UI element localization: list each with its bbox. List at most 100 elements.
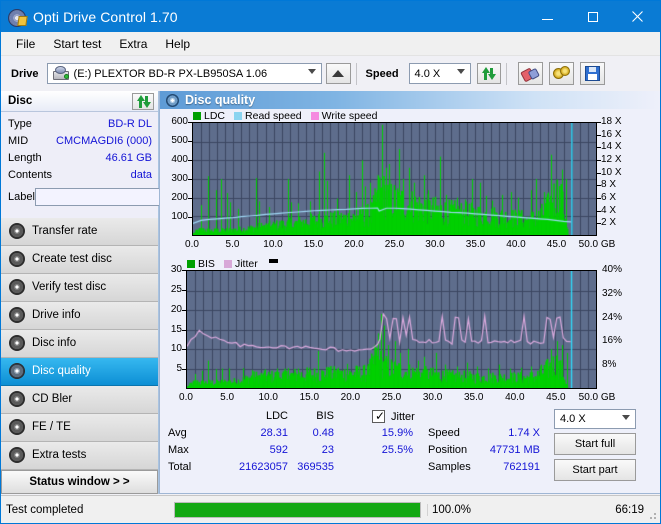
- menu-item-extra[interactable]: Extra: [110, 34, 156, 54]
- refresh-drive-button[interactable]: [476, 63, 501, 84]
- axis-tick-label: 30: [170, 264, 182, 275]
- axis-tick-label: 15: [170, 323, 182, 335]
- menu-item-help[interactable]: Help: [156, 34, 199, 54]
- sidebar-item-drive-info[interactable]: Drive info: [1, 301, 158, 330]
- axis-tick: [188, 179, 192, 180]
- axis-tick-label: 30.0: [425, 239, 445, 250]
- minimize-button[interactable]: [525, 1, 570, 32]
- drive-icon: [52, 66, 70, 81]
- start-part-button[interactable]: Start part: [554, 459, 636, 481]
- axis-tick-label: 16%: [602, 335, 623, 347]
- test-speed-value: 4.0 X: [560, 413, 586, 425]
- axis-tick-label: 5: [176, 363, 182, 375]
- sidebar-item-verify-test-disc[interactable]: Verify test disc: [1, 273, 158, 302]
- disc-info-value: BD-R DL: [107, 118, 152, 131]
- menu-item-start-test[interactable]: Start test: [44, 34, 110, 54]
- maximize-button[interactable]: [570, 1, 615, 32]
- axis-tick-label: 10 X: [601, 166, 622, 178]
- axis-tick-label: 8%: [602, 359, 617, 371]
- axis-tick: [188, 141, 192, 142]
- disc-label-row: Label: [8, 185, 206, 209]
- legend-label: Read speed: [245, 109, 302, 122]
- disc-refresh-button[interactable]: [132, 93, 154, 110]
- axis-tick-label: 20: [170, 303, 182, 315]
- axis-tick-label: 40%: [602, 264, 623, 275]
- save-button[interactable]: [579, 62, 605, 85]
- erase-button[interactable]: [517, 62, 543, 85]
- axis-tick-label: 16 X: [601, 128, 622, 140]
- axis-tick-label: 20.0: [340, 392, 361, 403]
- stats-value-bis-max: 23: [321, 444, 334, 456]
- disc-icon: [9, 251, 25, 268]
- legend-label: Write speed: [321, 109, 378, 122]
- status-window-button[interactable]: Status window > >: [1, 469, 158, 494]
- refresh-icon: [481, 66, 497, 81]
- axis-tick-label: 15.0: [303, 239, 324, 250]
- axis-tick-label: 32%: [602, 287, 623, 299]
- sidebar-item-create-test-disc[interactable]: Create test disc: [1, 245, 158, 274]
- disc-info-row-type: Type BD-R DL: [8, 116, 152, 133]
- menu-item-file[interactable]: File: [7, 34, 44, 54]
- axis-tick-label: 25.0: [384, 239, 405, 250]
- speed-select[interactable]: 4.0 X: [408, 63, 471, 84]
- close-icon: [632, 11, 643, 22]
- jitter-label: Jitter: [391, 411, 415, 423]
- disc-quality-panel: Disc quality LDC Read speed Write speed …: [159, 91, 660, 494]
- disc-icon: [9, 307, 25, 324]
- jitter-avg-value: 15.9%: [381, 427, 413, 439]
- axis-tick: [182, 369, 186, 371]
- stats-value-bis-total: 369535: [297, 461, 334, 473]
- legend-item-ldc: LDC: [193, 110, 225, 122]
- drive-label: Drive: [11, 67, 39, 80]
- chart-marker-icon: [268, 259, 278, 263]
- sidebar-item-transfer-rate[interactable]: Transfer rate: [1, 217, 158, 246]
- disc-icon: [9, 419, 25, 436]
- sidebar-item-label: Extra tests: [32, 449, 87, 462]
- axis-tick-label: 8 X: [601, 179, 617, 191]
- legend-swatch: [187, 259, 195, 268]
- jitter-checkbox[interactable]: ✓: [372, 410, 385, 423]
- sidebar: Disc Type BD-R DL MID CMCMAGDI6 (000) Le…: [1, 91, 206, 494]
- chart-bottom-wrap: 30 25 20 15 10 5 40% 32% 24% 16% 8% 0.0 5.0 10.0 15.0 2…: [160, 264, 660, 410]
- axis-tick-label: 10.0: [263, 239, 283, 250]
- sidebar-item-label: Verify test disc: [32, 281, 107, 294]
- axis-tick-label: 600: [171, 116, 188, 127]
- drive-select[interactable]: (E:) PLEXTOR BD-R PX-LB950SA 1.06: [46, 63, 322, 84]
- resize-grip-icon[interactable]: [647, 510, 657, 520]
- sidebar-item-label: CD Bler: [32, 393, 73, 406]
- legend-label: Jitter: [234, 257, 258, 270]
- sidebar-item-extra-tests[interactable]: Extra tests: [1, 441, 158, 470]
- tools-button[interactable]: [548, 62, 574, 85]
- axis-tick: [182, 329, 186, 331]
- app-disc-icon: [8, 8, 28, 27]
- toolbar-divider-2: [505, 62, 507, 85]
- sidebar-item-cd-bler[interactable]: CD Bler: [1, 385, 158, 414]
- progress-bar: [174, 501, 421, 518]
- chart-ldc-readspeed[interactable]: [192, 122, 597, 236]
- axis-tick-label: 500: [171, 135, 188, 146]
- disc-info-key: Contents: [8, 169, 53, 182]
- chevron-down-icon: [456, 69, 465, 74]
- test-speed-select[interactable]: 4.0 X: [554, 409, 636, 429]
- maximize-icon: [587, 11, 598, 22]
- status-text: Test completed: [6, 503, 84, 516]
- axis-tick-label: 300: [171, 173, 188, 184]
- disc-info-row-length: Length 46.61 GB: [8, 150, 152, 167]
- eject-button[interactable]: [325, 63, 351, 84]
- start-full-button[interactable]: Start full: [554, 433, 636, 455]
- close-button[interactable]: [615, 1, 660, 32]
- axis-tick: [597, 223, 601, 225]
- axis-tick-label: 14 X: [601, 141, 622, 153]
- gears-icon: [552, 66, 570, 81]
- disc-info-value: data: [130, 169, 152, 182]
- sidebar-item-disc-info[interactable]: Disc info: [1, 329, 158, 358]
- legend-label: LDC: [204, 109, 226, 122]
- chart-bis-jitter[interactable]: [186, 270, 597, 389]
- axis-tick-label: 200: [171, 192, 188, 203]
- sidebar-item-disc-quality[interactable]: Disc quality: [1, 357, 158, 386]
- sidebar-item-fe-te[interactable]: FE / TE: [1, 413, 158, 442]
- axis-tick: [597, 160, 601, 161]
- axis-tick-label: 10: [170, 343, 182, 355]
- axis-tick: [182, 289, 186, 291]
- samples-stat-label: Samples: [428, 461, 471, 473]
